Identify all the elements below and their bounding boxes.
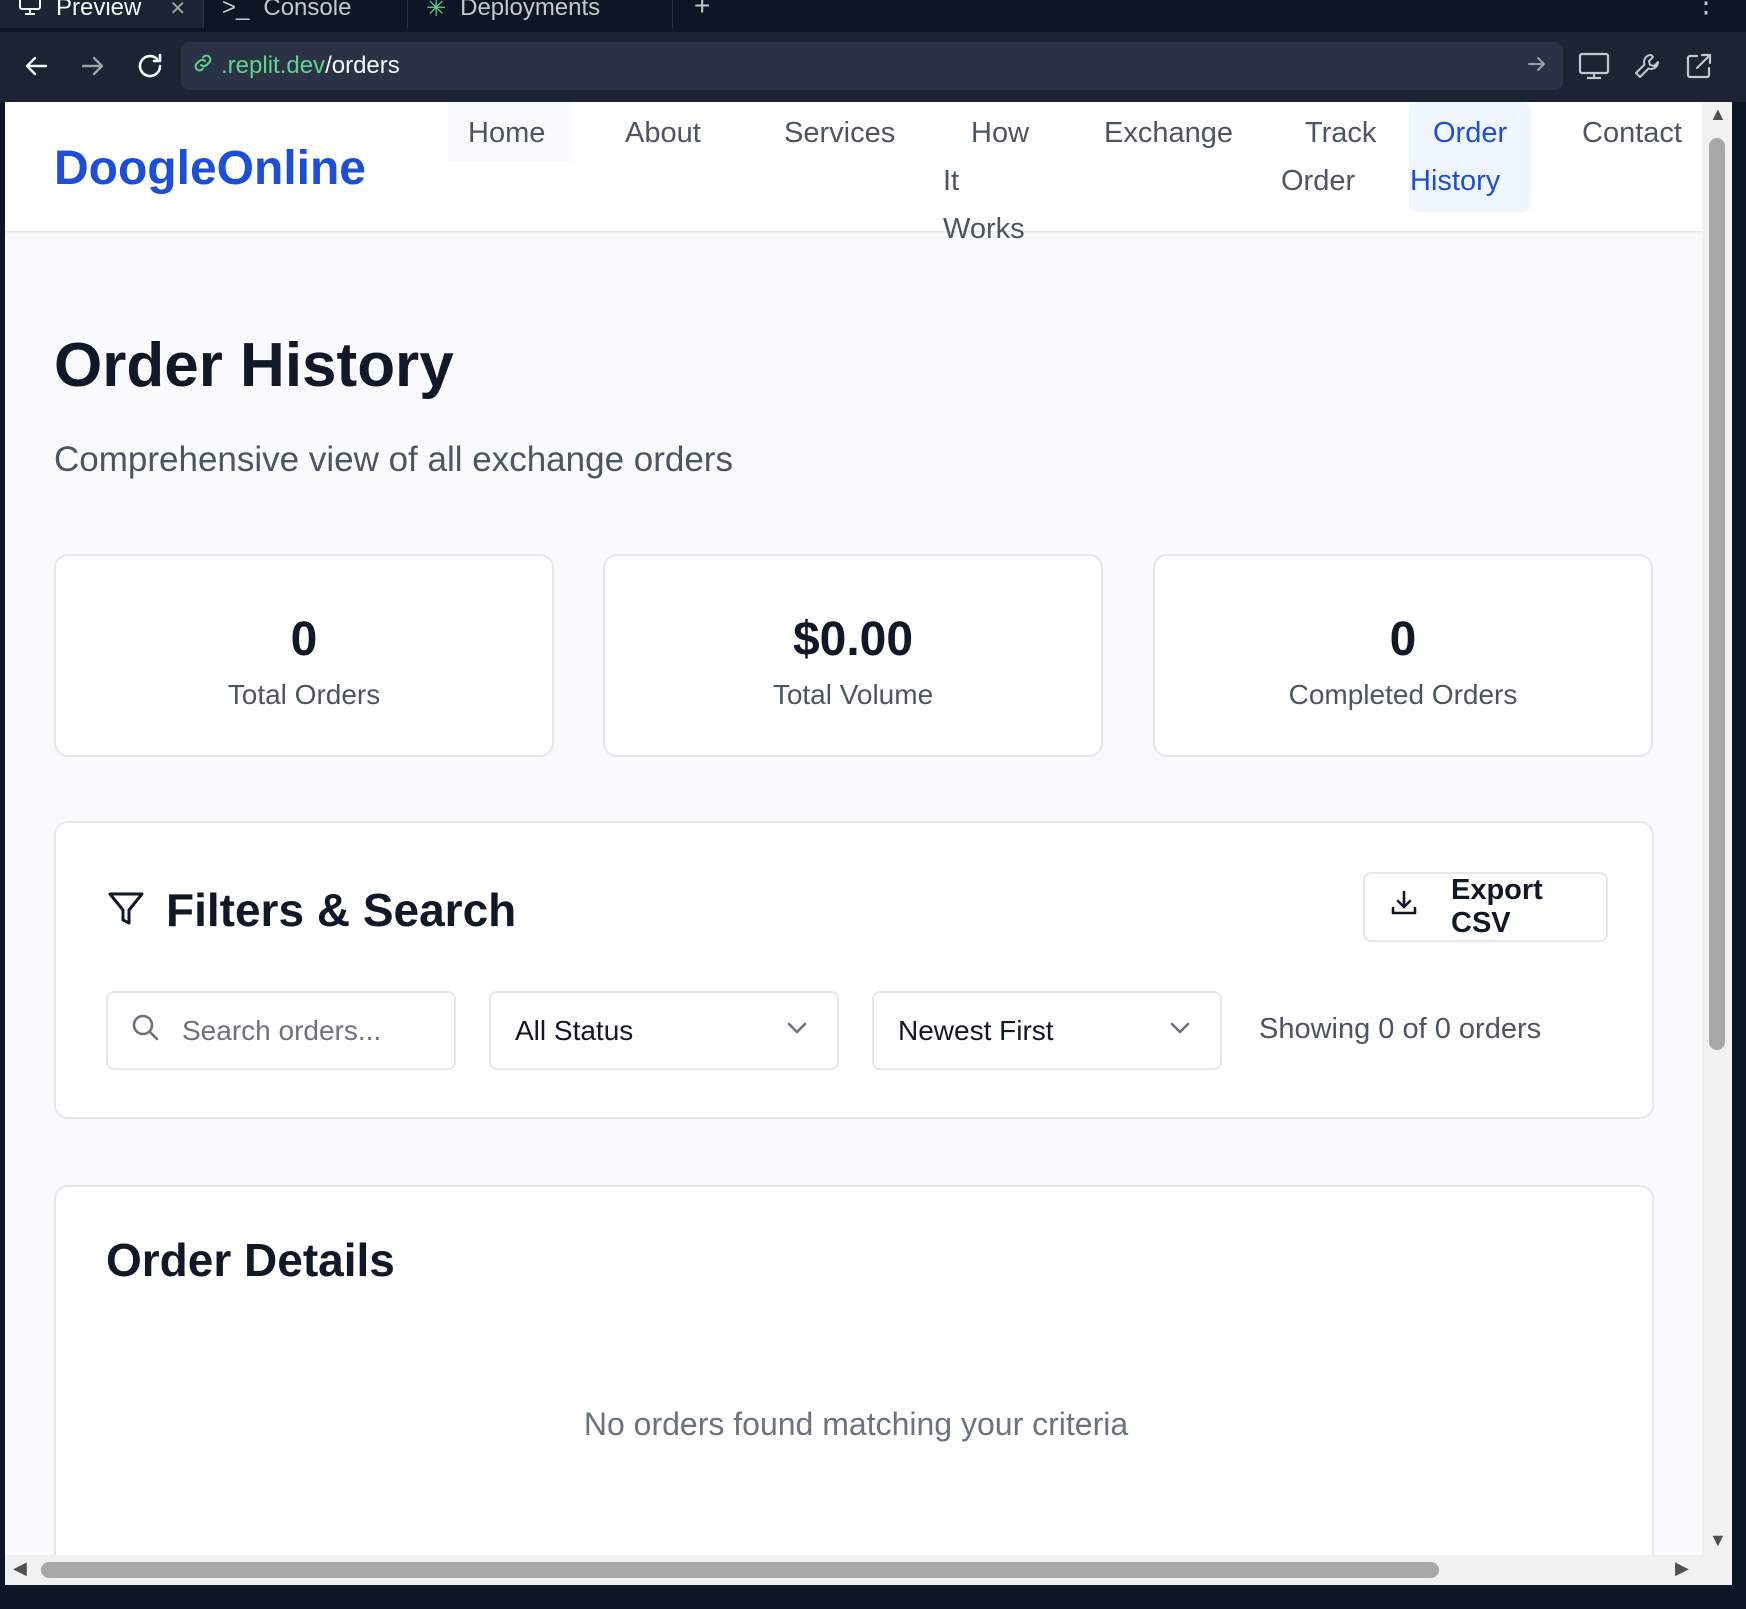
nav-label: Order <box>1433 117 1508 149</box>
browser-toolbar: .replit.dev /orders <box>0 32 1746 102</box>
back-button[interactable] <box>17 46 57 86</box>
tab-label: Console <box>263 0 352 21</box>
open-external-icon[interactable] <box>1681 48 1717 84</box>
tab-console[interactable]: >_ Console <box>204 0 408 28</box>
link-icon <box>191 51 215 82</box>
url-domain: .replit.dev <box>221 52 326 79</box>
empty-state-message: No orders found matching your criteria <box>583 1406 1129 1442</box>
nav-order-history[interactable]: Order History <box>1410 109 1520 205</box>
browser-tab-bar: Preview ✕ >_ Console ✳ Deployments + ⋮ <box>0 0 1746 32</box>
nav-services[interactable]: Services <box>784 109 895 157</box>
order-details-panel: Order Details No orders found matching y… <box>54 1185 1654 1585</box>
status-select[interactable]: All Status <box>489 991 839 1070</box>
stat-value: 0 <box>290 613 318 666</box>
nav-about[interactable]: About <box>625 109 701 157</box>
nav-label: Works <box>943 213 1025 245</box>
tab-deployments[interactable]: ✳ Deployments <box>408 0 673 28</box>
filter-icon <box>106 889 146 934</box>
url-path: /orders <box>325 52 400 79</box>
tab-label: Deployments <box>460 0 601 21</box>
monitor-icon <box>18 0 42 23</box>
reload-icon <box>138 53 162 78</box>
download-icon <box>1389 888 1419 926</box>
search-input[interactable]: Search orders... <box>106 991 456 1070</box>
page-title: Order History <box>54 331 454 400</box>
wrench-icon[interactable] <box>1629 48 1665 84</box>
export-csv-button[interactable]: Export CSV <box>1363 872 1608 942</box>
window-border-right <box>1732 102 1746 1585</box>
site-header: DoogleOnline Home About Services How It … <box>5 102 1702 245</box>
stat-label: Total Orders <box>227 679 381 710</box>
results-count: Showing 0 of 0 orders <box>1259 1013 1542 1045</box>
chevron-down-icon <box>785 1015 809 1047</box>
more-icon[interactable]: ⋮ <box>1692 0 1720 19</box>
order-details-title: Order Details <box>106 1234 395 1286</box>
stat-card-total-volume: $0.00 Total Volume <box>603 554 1103 757</box>
address-bar[interactable]: .replit.dev /orders <box>181 42 1563 90</box>
status-selected-value: All Status <box>515 1014 634 1046</box>
page-subtitle: Comprehensive view of all exchange order… <box>54 440 733 479</box>
nav-track-order[interactable]: Track Order <box>1281 109 1381 205</box>
deploy-icon: ✳ <box>426 0 447 22</box>
nav-label: Order <box>1281 165 1356 197</box>
nav-label: Exchange <box>1104 117 1233 149</box>
horizontal-scrollbar-thumb[interactable] <box>41 1562 1439 1578</box>
search-placeholder: Search orders... <box>182 1014 382 1046</box>
chevron-down-icon <box>1168 1015 1192 1047</box>
go-arrow-icon[interactable] <box>1525 52 1549 83</box>
nav-label: History <box>1410 165 1501 197</box>
filters-title: Filters & Search <box>166 884 517 936</box>
forward-button[interactable] <box>72 46 112 86</box>
close-icon[interactable]: ✕ <box>169 0 186 21</box>
nav-label: Home <box>468 117 546 149</box>
scroll-down-arrow-icon[interactable]: ▼ <box>1709 1530 1727 1551</box>
page-viewport: DoogleOnline Home About Services How It … <box>5 102 1732 1585</box>
nav-label: How <box>971 117 1030 149</box>
site-logo[interactable]: DoogleOnline <box>54 141 366 196</box>
devtools-screen-icon[interactable] <box>1576 48 1612 84</box>
tab-preview[interactable]: Preview ✕ <box>0 0 204 28</box>
nav-label: Contact <box>1582 117 1682 149</box>
arrow-left-icon <box>25 56 48 76</box>
nav-contact[interactable]: Contact <box>1582 109 1682 157</box>
nav-label: Track <box>1305 117 1377 149</box>
new-tab-button[interactable]: + <box>694 0 710 22</box>
window-border-bottom <box>0 1585 1746 1609</box>
sort-selected-value: Newest First <box>898 1014 1054 1046</box>
scroll-up-arrow-icon[interactable]: ▲ <box>1709 104 1727 125</box>
scroll-left-arrow-icon[interactable]: ◀ <box>13 1558 27 1579</box>
stat-card-completed-orders: 0 Completed Orders <box>1153 554 1653 757</box>
search-icon <box>130 1012 160 1049</box>
filters-panel: Filters & Search Export CSV Search order… <box>54 821 1654 1119</box>
arrow-right-icon <box>81 56 104 76</box>
terminal-icon: >_ <box>222 0 250 21</box>
scroll-right-arrow-icon[interactable]: ▶ <box>1675 1558 1689 1579</box>
export-csv-label: Export CSV <box>1451 874 1543 939</box>
stat-value: $0.00 <box>792 613 914 666</box>
nav-how-it-works[interactable]: How It Works <box>943 109 1043 253</box>
vertical-scrollbar-thumb[interactable] <box>1709 138 1725 1050</box>
nav-label: Services <box>784 117 896 149</box>
nav-label: About <box>625 117 701 149</box>
stat-value: 0 <box>1389 613 1417 666</box>
stat-card-total-orders: 0 Total Orders <box>54 554 554 757</box>
stat-label: Total Volume <box>772 679 934 710</box>
sort-select[interactable]: Newest First <box>872 991 1222 1070</box>
nav-label: It <box>943 165 960 197</box>
tab-label: Preview <box>56 0 142 21</box>
stat-label: Completed Orders <box>1288 679 1518 710</box>
reload-button[interactable] <box>130 46 170 86</box>
nav-exchange[interactable]: Exchange <box>1104 109 1233 157</box>
nav-home[interactable]: Home <box>468 109 545 157</box>
